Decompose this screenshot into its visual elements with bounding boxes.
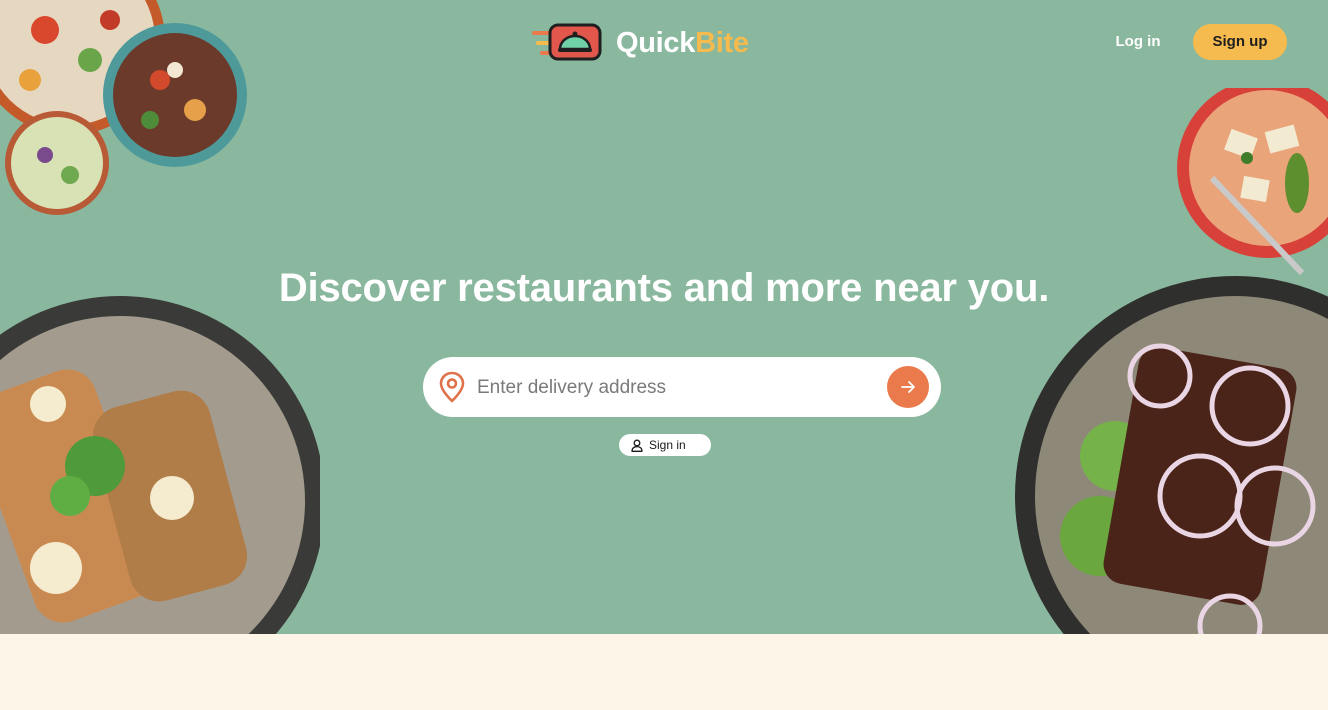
sign-in-label: Sign in [649, 438, 686, 452]
food-bowls-top-left-image [0, 0, 247, 215]
beef-plate-bottom-right-image [1015, 276, 1328, 634]
user-icon [631, 439, 643, 452]
page-lower-section [0, 634, 1328, 710]
login-button[interactable]: Log in [1102, 24, 1174, 60]
signup-button[interactable]: Sign up [1193, 24, 1287, 60]
salad-bowl-top-right-image [1177, 88, 1328, 276]
fish-plate-bottom-left-image [0, 296, 320, 634]
brand-logo[interactable]: QuickBite [530, 22, 749, 64]
location-pin-icon [439, 371, 465, 403]
arrow-right-icon [901, 381, 915, 393]
brand-name-part2: Bite [695, 26, 749, 59]
brand-name-part1: Quick [616, 26, 696, 59]
delivery-dish-icon [532, 23, 602, 61]
hero-headline: Discover restaurants and more near you. [278, 266, 1050, 310]
delivery-address-input[interactable] [475, 367, 879, 409]
address-search-bar [423, 357, 941, 417]
brand-name: QuickBite [616, 27, 749, 60]
search-submit-button[interactable] [887, 366, 929, 408]
sign-in-button[interactable]: Sign in [619, 434, 711, 456]
hero-section: QuickBite Log in Sign up Discover restau… [0, 0, 1328, 634]
